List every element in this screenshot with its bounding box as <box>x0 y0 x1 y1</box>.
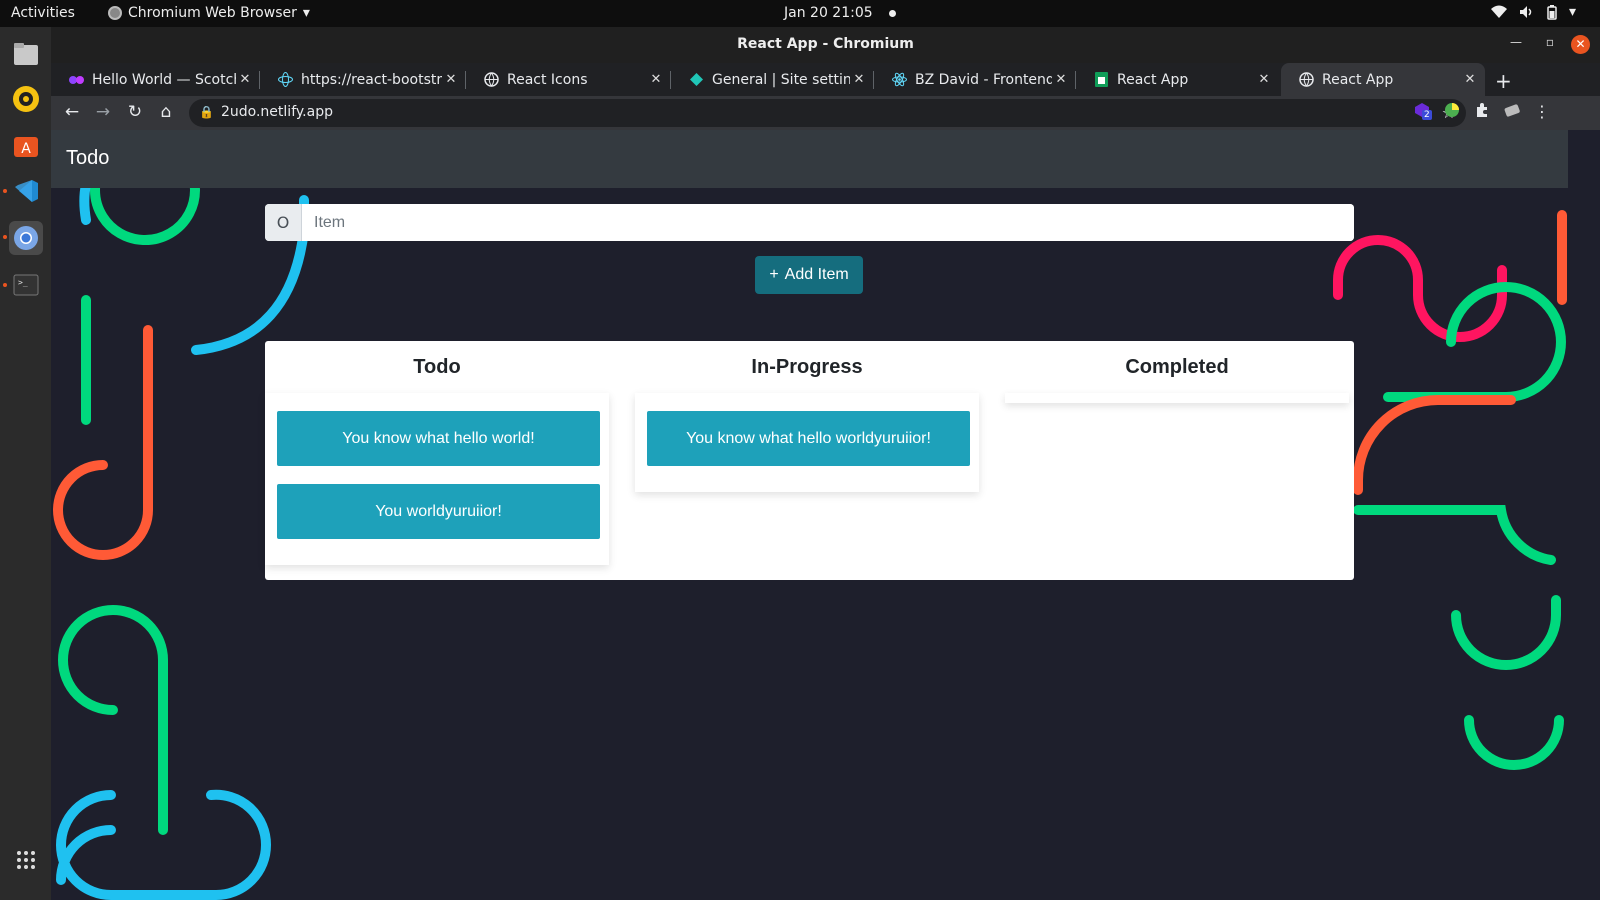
forward-arrow-icon[interactable]: → <box>93 102 113 122</box>
new-tab-button[interactable]: + <box>1495 69 1512 93</box>
column-title: Todo <box>413 356 461 378</box>
close-tab-icon[interactable]: ✕ <box>850 72 868 87</box>
close-tab-icon[interactable]: ✕ <box>1461 72 1479 87</box>
tab-react-app[interactable]: React App ✕ <box>1076 63 1279 96</box>
minimize-icon[interactable]: — <box>1510 35 1522 49</box>
add-item-button[interactable]: + Add Item <box>755 256 863 294</box>
browser-toolbar: ← → ↻ ⌂ 🔒 2udo.netlify.app ☆ 2 ⋮ <box>51 96 1600 130</box>
gnome-top-bar: Activities Chromium Web Browser ▾ Jan 20… <box>0 0 1600 27</box>
profile-avatar[interactable] <box>1504 102 1520 122</box>
todo-card[interactable]: You worldyuruiior! <box>277 484 600 539</box>
tab-title: https://react-bootstrap <box>301 71 442 88</box>
react-bootstrap-icon <box>278 72 293 87</box>
chromium-icon <box>108 6 122 20</box>
extension-cube-icon[interactable]: 2 <box>1414 102 1432 122</box>
tab-title: React Icons <box>507 71 588 88</box>
app-navbar: Todo <box>51 130 1568 188</box>
terminal-icon[interactable]: >_ <box>9 268 43 302</box>
extension-badge: 2 <box>1422 110 1432 120</box>
window-titlebar[interactable]: React App - Chromium — ▫ ✕ <box>51 27 1600 63</box>
window-title: React App - Chromium <box>737 36 914 52</box>
dock: A >_ <box>0 27 51 900</box>
tab-title: React App <box>1322 71 1394 88</box>
add-item-label: Add Item <box>784 266 849 283</box>
extensions-area: 2 ⋮ <box>1414 102 1550 122</box>
tab-hello-world[interactable]: Hello World — Scotch ✕ <box>51 63 260 96</box>
extensions-puzzle-icon[interactable] <box>1474 102 1490 122</box>
chevron-down-icon: ▾ <box>1568 4 1576 20</box>
maximize-icon[interactable]: ▫ <box>1546 35 1554 49</box>
plus-icon: + <box>769 266 779 283</box>
app-menu-label: Chromium Web Browser <box>128 5 297 21</box>
back-arrow-icon[interactable]: ← <box>62 102 82 122</box>
activities-button[interactable]: Activities <box>11 5 75 21</box>
tab-title: BZ David - Frontend D <box>915 71 1052 88</box>
tab-react-bootstrap[interactable]: https://react-bootstrap ✕ <box>260 63 466 96</box>
system-menu[interactable]: ▾ <box>1490 4 1576 20</box>
todo-card[interactable]: You know what hello world! <box>277 411 600 466</box>
kebab-menu-icon[interactable]: ⋮ <box>1534 102 1550 122</box>
netlify-icon <box>689 72 704 87</box>
reload-icon[interactable]: ↻ <box>125 102 145 122</box>
software-center-icon[interactable]: A <box>9 128 43 162</box>
close-tab-icon[interactable]: ✕ <box>1255 72 1273 87</box>
running-indicator <box>3 283 7 287</box>
close-tab-icon[interactable]: ✕ <box>647 72 665 87</box>
tab-title: General | Site settings <box>712 71 850 88</box>
rhythmbox-icon[interactable] <box>9 82 43 116</box>
tab-react-app-active[interactable]: React App ✕ <box>1281 63 1485 96</box>
todo-card[interactable]: You know what hello worldyuruiior! <box>647 411 970 466</box>
app-menu[interactable]: Chromium Web Browser ▾ <box>108 5 310 21</box>
navbar-brand[interactable]: Todo <box>66 147 109 170</box>
browser-window: React App - Chromium — ▫ ✕ Hello World —… <box>51 27 1600 900</box>
react-icon <box>892 72 907 87</box>
extension-color-icon[interactable] <box>1444 102 1460 122</box>
running-indicator <box>3 235 7 239</box>
lock-icon[interactable]: 🔒 <box>199 105 214 119</box>
url-text[interactable]: 2udo.netlify.app <box>221 104 333 120</box>
volume-icon <box>1519 6 1532 18</box>
running-indicator <box>3 189 7 193</box>
item-input[interactable] <box>302 204 1354 241</box>
vscode-icon[interactable] <box>9 174 43 208</box>
tab-bz-david[interactable]: BZ David - Frontend D ✕ <box>874 63 1076 96</box>
scotch-icon <box>69 72 84 87</box>
show-apps-icon[interactable] <box>9 843 43 877</box>
chromium-dock-icon[interactable] <box>9 221 43 255</box>
tab-title: React App <box>1117 71 1189 88</box>
input-prepend: O <box>265 204 302 241</box>
close-tab-icon[interactable]: ✕ <box>236 72 254 87</box>
column-list[interactable]: You know what hello world! You worldyuru… <box>265 393 609 565</box>
address-bar[interactable]: 🔒 2udo.netlify.app ☆ <box>189 99 1466 127</box>
wifi-icon <box>1490 5 1507 18</box>
svg-text:>_: >_ <box>18 278 28 287</box>
kanban-board: Todo You know what hello world! You worl… <box>265 341 1354 580</box>
home-icon[interactable]: ⌂ <box>156 102 176 122</box>
add-item-input-group: O <box>265 204 1354 241</box>
clock[interactable]: Jan 20 21:05 <box>784 5 896 21</box>
svg-text:A: A <box>21 141 31 157</box>
tab-title: Hello World — Scotch <box>92 71 236 88</box>
notification-dot-icon <box>888 9 896 17</box>
column-list[interactable]: You know what hello worldyuruiior! <box>635 393 979 492</box>
close-tab-icon[interactable]: ✕ <box>442 72 460 87</box>
close-tab-icon[interactable]: ✕ <box>1052 72 1070 87</box>
tab-strip: Hello World — Scotch ✕ https://react-boo… <box>51 63 1600 96</box>
tab-react-icons[interactable]: React Icons ✕ <box>466 63 671 96</box>
globe-icon <box>484 72 499 87</box>
column-title: Completed <box>1125 356 1229 378</box>
files-icon[interactable] <box>9 37 43 71</box>
chevron-down-icon: ▾ <box>302 5 310 21</box>
column-title: In-Progress <box>751 356 863 378</box>
battery-icon <box>1547 4 1557 20</box>
close-window-icon[interactable]: ✕ <box>1571 35 1590 54</box>
sheets-icon <box>1094 72 1109 87</box>
globe-icon <box>1299 72 1314 87</box>
web-page: Todo O + Add Item Todo You know what hel… <box>51 130 1568 900</box>
clock-text: Jan 20 21:05 <box>784 5 873 21</box>
tab-site-settings[interactable]: General | Site settings ✕ <box>671 63 874 96</box>
column-list[interactable] <box>1005 393 1349 403</box>
